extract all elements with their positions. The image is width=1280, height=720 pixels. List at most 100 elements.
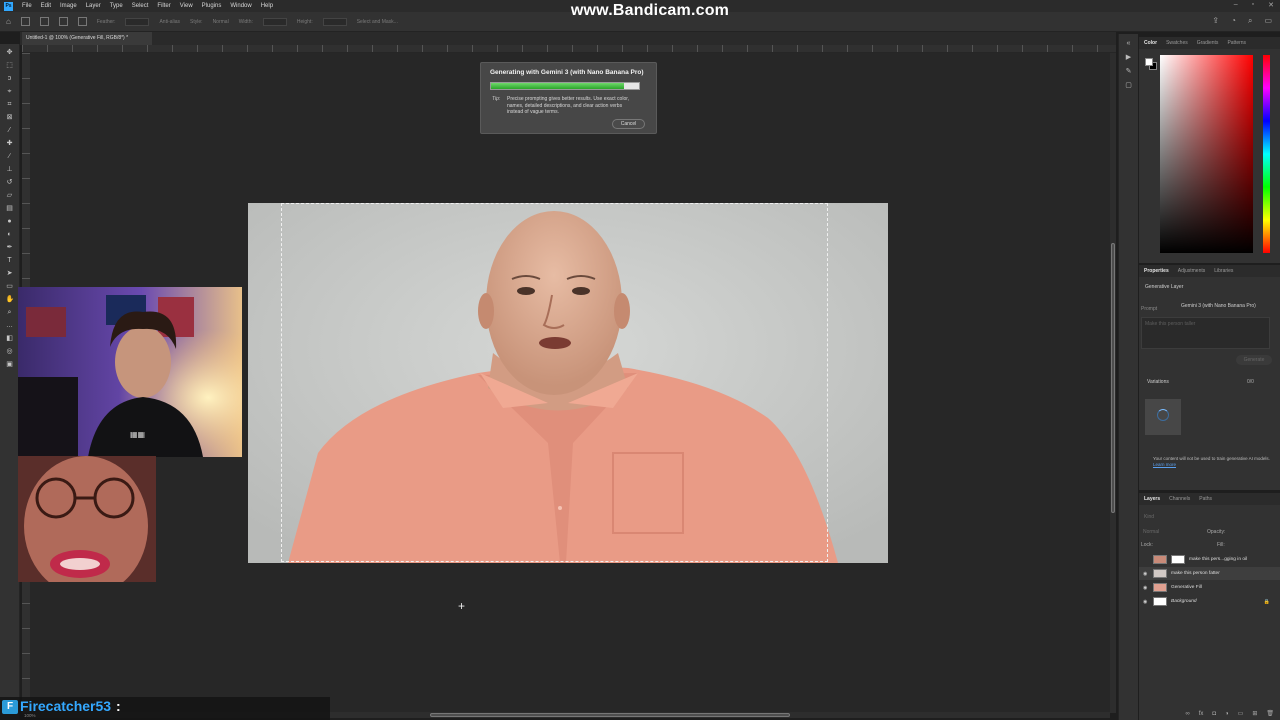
move-tool-icon[interactable]: ✥ bbox=[6, 49, 14, 57]
foreground-color-swatch[interactable] bbox=[1145, 58, 1153, 66]
layer-thumbnail bbox=[1153, 555, 1167, 564]
layer-row[interactable]: ◉ make this person fatter bbox=[1139, 567, 1280, 580]
webcam-feed-image: ▦▦ bbox=[18, 287, 242, 457]
cancel-button[interactable]: Cancel bbox=[612, 119, 645, 129]
progress-fill bbox=[491, 83, 625, 89]
facecam-feed-image bbox=[18, 456, 156, 582]
adjustment-layer-icon[interactable]: ◑ bbox=[1225, 711, 1229, 717]
generating-progress-dialog: Generating with Gemini 3 (with Nano Bana… bbox=[480, 62, 657, 134]
tab-swatches[interactable]: Swatches bbox=[1166, 40, 1188, 46]
streamer-logo-icon: F bbox=[2, 700, 18, 714]
healing-brush-icon[interactable]: ✚ bbox=[6, 140, 14, 148]
hand-tool-icon[interactable]: ✋ bbox=[6, 296, 15, 304]
visibility-icon[interactable]: ◉ bbox=[1143, 585, 1149, 591]
marquee-selection[interactable] bbox=[281, 203, 828, 562]
layer-style-icon[interactable]: fx bbox=[1199, 711, 1204, 717]
screen-mode-icon[interactable]: ▣ bbox=[6, 361, 14, 369]
bandicam-watermark: www.Bandicam.com bbox=[570, 2, 730, 19]
quick-mask-icon[interactable]: ◎ bbox=[6, 348, 14, 356]
layer-row[interactable]: make this pers...gging in oil bbox=[1139, 553, 1280, 566]
blend-mode-select[interactable]: Normal bbox=[1143, 529, 1159, 535]
tab-layers[interactable]: Layers bbox=[1144, 496, 1160, 502]
prompt-input[interactable]: Make this person taller bbox=[1141, 317, 1270, 349]
document-tab[interactable]: Untitled-1 @ 100% (Generative Fill, RGB/… bbox=[22, 32, 152, 45]
clone-stamp-icon[interactable]: ⊥ bbox=[6, 166, 14, 174]
layers-panel: Layers Channels Paths Kind Normal Opacit… bbox=[1139, 493, 1280, 720]
lasso-tool-icon[interactable]: ↄ bbox=[6, 75, 14, 83]
variations-label: Variations bbox=[1147, 379, 1169, 385]
tab-channels[interactable]: Channels bbox=[1169, 496, 1190, 502]
add-mask-icon[interactable]: ◘ bbox=[1212, 711, 1216, 717]
brush-tool-icon[interactable]: ∕ bbox=[6, 153, 14, 161]
hue-slider[interactable] bbox=[1263, 55, 1270, 253]
tab-libraries[interactable]: Libraries bbox=[1214, 268, 1233, 274]
adjustment-brush-icon[interactable]: ✎ bbox=[1125, 68, 1133, 76]
tab-patterns[interactable]: Patterns bbox=[1227, 40, 1246, 46]
tools-panel: ✥ ⬚ ↄ ⌖ ⌗ ⊠ ⁄ ✚ ∕ ⊥ ↺ ▱ ▤ ● ◐ ✒ T ➤ ▭ ✋ … bbox=[0, 44, 20, 720]
layer-row[interactable]: ◉ Background 🔒 bbox=[1139, 595, 1280, 608]
type-tool-icon[interactable]: T bbox=[6, 257, 14, 265]
model-selector[interactable]: Gemini 3 (with Nano Banana Pro) bbox=[1181, 303, 1256, 309]
horizontal-scroll-thumb[interactable] bbox=[430, 713, 790, 717]
color-picker-field[interactable] bbox=[1160, 55, 1253, 253]
ai-training-notice: Your content will not be used to train g… bbox=[1153, 456, 1271, 467]
loading-spinner-icon bbox=[1157, 409, 1169, 421]
marquee-tool-icon[interactable]: ⬚ bbox=[6, 62, 14, 70]
tab-adjustments[interactable]: Adjustments bbox=[1178, 268, 1206, 274]
learn-more-link[interactable]: Learn more bbox=[1153, 462, 1176, 467]
history-brush-icon[interactable]: ↺ bbox=[6, 179, 14, 187]
layers-footer: ∞ fx ◘ ◑ ▭ ⊞ 🗑 bbox=[1139, 707, 1280, 720]
layer-mask-thumbnail bbox=[1171, 555, 1185, 564]
layer-name[interactable]: Background bbox=[1171, 599, 1197, 604]
shape-tool-icon[interactable]: ▭ bbox=[6, 283, 14, 291]
pen-tool-icon[interactable]: ✒ bbox=[6, 244, 14, 252]
path-select-icon[interactable]: ➤ bbox=[6, 270, 14, 278]
vertical-scroll-thumb[interactable] bbox=[1111, 243, 1115, 513]
layer-name[interactable]: Generative Fill bbox=[1171, 585, 1202, 590]
dodge-tool-icon[interactable]: ◐ bbox=[6, 231, 14, 239]
comment-icon[interactable]: ▢ bbox=[1125, 82, 1133, 90]
vertical-scrollbar[interactable] bbox=[1110, 53, 1116, 713]
visibility-icon[interactable]: ◉ bbox=[1143, 571, 1149, 577]
more-tools-icon[interactable]: … bbox=[6, 322, 14, 330]
layer-kind-filter[interactable]: Kind bbox=[1144, 514, 1154, 520]
object-select-tool-icon[interactable]: ⌖ bbox=[6, 88, 14, 96]
crop-tool-icon[interactable]: ⌗ bbox=[6, 101, 14, 109]
link-layers-icon[interactable]: ∞ bbox=[1185, 711, 1189, 717]
eraser-tool-icon[interactable]: ▱ bbox=[6, 192, 14, 200]
zoom-tool-icon[interactable]: ⌕ bbox=[6, 309, 14, 317]
collapse-panels-icon[interactable]: « bbox=[1125, 40, 1133, 48]
visibility-icon[interactable]: ◉ bbox=[1143, 599, 1149, 605]
variations-count: 0/0 bbox=[1247, 379, 1254, 385]
tab-gradients[interactable]: Gradients bbox=[1197, 40, 1219, 46]
tab-properties[interactable]: Properties bbox=[1144, 268, 1169, 274]
opacity-label: Opacity: bbox=[1207, 529, 1226, 535]
gradient-tool-icon[interactable]: ▤ bbox=[6, 205, 14, 213]
layers-panel-tabs: Layers Channels Paths bbox=[1139, 493, 1280, 505]
streamer-name-separator: : bbox=[116, 698, 121, 714]
layer-row[interactable]: ◉ Generative Fill bbox=[1139, 581, 1280, 594]
eyedropper-tool-icon[interactable]: ⁄ bbox=[6, 127, 14, 135]
layer-thumbnail bbox=[1153, 583, 1167, 592]
layer-name[interactable]: make this person fatter bbox=[1171, 571, 1220, 576]
frame-tool-icon[interactable]: ⊠ bbox=[6, 114, 14, 122]
variation-thumbnail[interactable] bbox=[1145, 399, 1181, 435]
dialog-title: Generating with Gemini 3 (with Nano Bana… bbox=[490, 69, 644, 76]
foreground-background-icon[interactable]: ◧ bbox=[6, 335, 14, 343]
tab-paths[interactable]: Paths bbox=[1199, 496, 1212, 502]
generate-button[interactable]: Generate bbox=[1236, 355, 1272, 365]
tip-label: Tip: bbox=[492, 96, 501, 102]
layer-name[interactable]: make this pers...gging in oil bbox=[1189, 557, 1247, 562]
tip-text: Precise prompting gives better results. … bbox=[507, 96, 629, 115]
zoom-level[interactable]: 100% bbox=[24, 713, 36, 718]
blur-tool-icon[interactable]: ● bbox=[6, 218, 14, 226]
delete-layer-icon[interactable]: 🗑 bbox=[1266, 710, 1274, 717]
streamer-name: Firecatcher53 bbox=[20, 698, 112, 714]
tab-color[interactable]: Color bbox=[1144, 40, 1157, 46]
color-panel: Color Swatches Gradients Patterns bbox=[1139, 37, 1280, 263]
new-layer-icon[interactable]: ⊞ bbox=[1252, 710, 1257, 717]
layer-thumbnail bbox=[1153, 569, 1167, 578]
play-action-icon[interactable]: ▶ bbox=[1125, 54, 1133, 62]
notice-text: Your content will not be used to train g… bbox=[1153, 456, 1270, 461]
new-group-icon[interactable]: ▭ bbox=[1238, 710, 1244, 717]
